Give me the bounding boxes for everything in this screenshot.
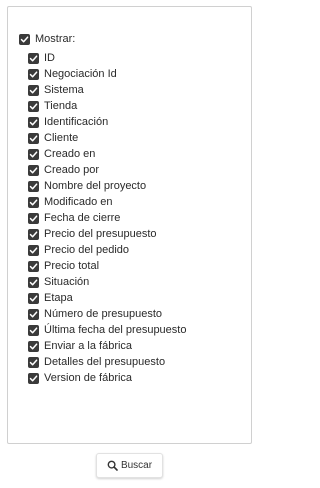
checkmark-icon	[29, 326, 38, 333]
column-filter-panel: Mostrar: ID Negociación Id Sistema Tienda Id…	[7, 6, 252, 444]
column-option-checkbox[interactable]	[28, 260, 39, 272]
column-option-label: Enviar a la fábrica	[44, 340, 133, 352]
checkmark-icon	[29, 70, 38, 77]
show-all-label: Mostrar:	[35, 33, 76, 45]
column-option-label: Tienda	[44, 100, 78, 112]
column-option-checkbox[interactable]	[28, 84, 39, 96]
column-option-row[interactable]: Creado por	[28, 162, 248, 178]
column-option-label: Detalles del presupuesto	[44, 356, 166, 368]
column-option-label: Etapa	[44, 292, 73, 304]
column-option-checkbox[interactable]	[28, 148, 39, 160]
checkmark-icon	[29, 262, 38, 269]
column-option-checkbox[interactable]	[28, 356, 39, 368]
column-option-row[interactable]: Enviar a la fábrica	[28, 338, 248, 354]
column-option-checkbox[interactable]	[28, 244, 39, 256]
column-option-label: Precio del pedido	[44, 244, 130, 256]
column-option-row[interactable]: Version de fábrica	[28, 370, 248, 386]
column-option-checkbox[interactable]	[28, 116, 39, 128]
column-option-row[interactable]: Sistema	[28, 82, 248, 98]
checkmark-icon	[29, 310, 38, 317]
column-option-row[interactable]: ID	[28, 50, 248, 66]
column-option-label: Modificado en	[44, 196, 113, 208]
column-option-label: Fecha de cierre	[44, 212, 121, 224]
search-button[interactable]: Buscar	[96, 453, 163, 478]
column-option-row[interactable]: Nombre del proyecto	[28, 178, 248, 194]
column-option-checkbox[interactable]	[28, 180, 39, 192]
checkmark-icon	[29, 374, 38, 381]
column-option-checkbox[interactable]	[28, 372, 39, 384]
column-option-row[interactable]: Identificación	[28, 114, 248, 130]
column-option-row[interactable]: Cliente	[28, 130, 248, 146]
column-option-label: Cliente	[44, 132, 79, 144]
column-option-label: ID	[44, 52, 55, 64]
search-button-label: Buscar	[120, 460, 153, 471]
column-option-checkbox[interactable]	[28, 52, 39, 64]
column-option-checkbox[interactable]	[28, 132, 39, 144]
checkmark-icon	[29, 358, 38, 365]
checkmark-icon	[29, 182, 38, 189]
column-option-label: Creado en	[44, 148, 96, 160]
column-checkbox-list: ID Negociación Id Sistema Tienda Identificac…	[28, 50, 248, 386]
checkmark-icon	[29, 230, 38, 237]
search-icon	[107, 460, 118, 471]
column-option-label: Sistema	[44, 84, 84, 96]
checkmark-icon	[29, 118, 38, 125]
column-option-row[interactable]: Precio del presupuesto	[28, 226, 248, 242]
column-option-row[interactable]: Creado en	[28, 146, 248, 162]
checkmark-icon	[29, 102, 38, 109]
column-option-row[interactable]: Precio total	[28, 258, 248, 274]
column-option-checkbox[interactable]	[28, 228, 39, 240]
column-option-checkbox[interactable]	[28, 308, 39, 320]
show-all-checkbox[interactable]	[19, 33, 30, 45]
checkmark-icon	[29, 54, 38, 61]
column-option-label: Precio del presupuesto	[44, 228, 157, 240]
column-option-checkbox[interactable]	[28, 212, 39, 224]
checkmark-icon	[29, 214, 38, 221]
column-option-label: Version de fábrica	[44, 372, 133, 384]
checkmark-icon	[29, 342, 38, 349]
column-option-row[interactable]: Tienda	[28, 98, 248, 114]
column-option-row[interactable]: Número de presupuesto	[28, 306, 248, 322]
column-option-label: Nombre del proyecto	[44, 180, 147, 192]
column-option-row[interactable]: Situación	[28, 274, 248, 290]
show-all-row[interactable]: Mostrar:	[19, 31, 75, 47]
checkmark-icon	[29, 294, 38, 301]
column-option-row[interactable]: Última fecha del presupuesto	[28, 322, 248, 338]
column-option-checkbox[interactable]	[28, 68, 39, 80]
column-option-label: Última fecha del presupuesto	[44, 324, 187, 336]
column-option-checkbox[interactable]	[28, 340, 39, 352]
column-option-row[interactable]: Detalles del presupuesto	[28, 354, 248, 370]
checkmark-icon	[29, 198, 38, 205]
column-option-label: Creado por	[44, 164, 100, 176]
checkmark-icon	[29, 150, 38, 157]
column-option-checkbox[interactable]	[28, 276, 39, 288]
column-option-row[interactable]: Etapa	[28, 290, 248, 306]
column-option-row[interactable]: Fecha de cierre	[28, 210, 248, 226]
checkmark-icon	[29, 278, 38, 285]
column-option-checkbox[interactable]	[28, 164, 39, 176]
column-option-label: Precio total	[44, 260, 100, 272]
checkmark-icon	[29, 246, 38, 253]
column-option-checkbox[interactable]	[28, 324, 39, 336]
column-option-row[interactable]: Negociación Id	[28, 66, 248, 82]
checkmark-icon	[29, 134, 38, 141]
checkmark-icon	[29, 166, 38, 173]
column-option-checkbox[interactable]	[28, 100, 39, 112]
column-option-label: Identificación	[44, 116, 109, 128]
column-option-label: Situación	[44, 276, 90, 288]
column-option-label: Negociación Id	[44, 68, 117, 80]
column-option-checkbox[interactable]	[28, 196, 39, 208]
column-option-row[interactable]: Modificado en	[28, 194, 248, 210]
checkmark-icon	[20, 35, 29, 42]
checkmark-icon	[29, 86, 38, 93]
column-option-label: Número de presupuesto	[44, 308, 163, 320]
column-option-checkbox[interactable]	[28, 292, 39, 304]
column-option-row[interactable]: Precio del pedido	[28, 242, 248, 258]
